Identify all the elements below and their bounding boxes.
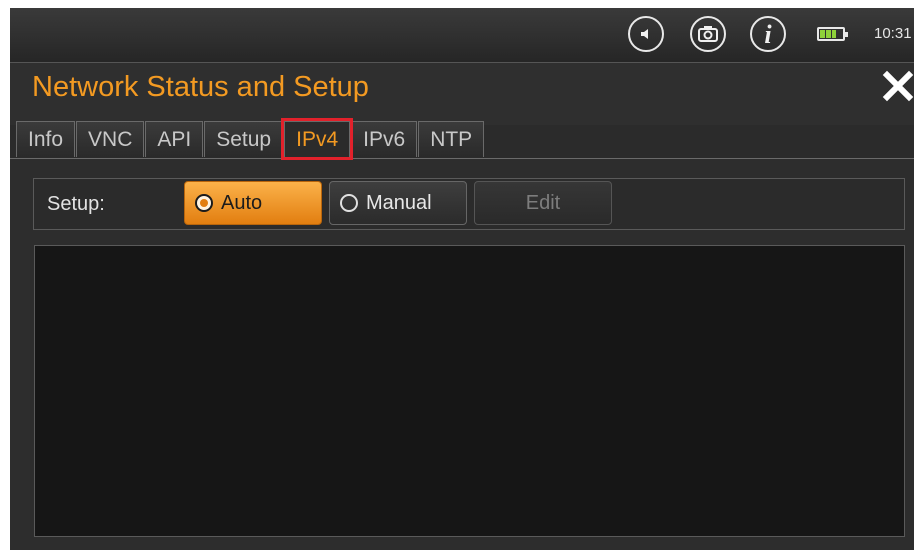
auto-label: Auto <box>221 191 263 214</box>
window-title: Network Status and Setup <box>32 71 369 103</box>
tab-ipv6[interactable]: IPv6 <box>351 121 418 157</box>
setup-row <box>33 178 905 230</box>
tab-api[interactable]: API <box>145 121 204 157</box>
battery-nub <box>845 32 848 37</box>
auto-radio-button[interactable]: Auto <box>184 181 322 225</box>
edit-label: Edit <box>525 191 561 214</box>
camera-icon[interactable] <box>690 16 726 52</box>
tab-bar: Info VNC API Setup IPv4 IPv6 NTP <box>16 118 485 160</box>
ipv4-details-area <box>34 245 905 537</box>
battery-cell-empty <box>837 30 842 38</box>
battery-cell <box>825 30 831 38</box>
tab-setup[interactable]: Setup <box>204 121 284 157</box>
radio-unselected-icon <box>340 194 358 212</box>
radio-selected-icon <box>195 194 213 212</box>
battery-cell <box>831 30 837 38</box>
battery-icon <box>817 27 848 41</box>
device-screen: i 10:31 Network Status and Setup Info VN… <box>10 8 914 550</box>
close-icon[interactable] <box>882 70 914 104</box>
status-bar: i 10:31 <box>10 8 914 63</box>
tab-ipv4[interactable]: IPv4 <box>281 118 354 160</box>
clock: 10:31 <box>874 25 912 42</box>
edit-button[interactable]: Edit <box>474 181 612 225</box>
tab-info[interactable]: Info <box>16 121 76 157</box>
tab-vnc[interactable]: VNC <box>76 121 145 157</box>
manual-radio-button[interactable]: Manual <box>329 181 467 225</box>
battery-cell <box>820 30 825 38</box>
manual-label: Manual <box>366 191 432 214</box>
speaker-icon[interactable] <box>628 16 664 52</box>
info-glyph: i <box>764 20 772 49</box>
info-icon[interactable]: i <box>750 16 786 52</box>
setup-label: Setup: <box>47 193 105 215</box>
tab-ntp[interactable]: NTP <box>418 121 485 157</box>
